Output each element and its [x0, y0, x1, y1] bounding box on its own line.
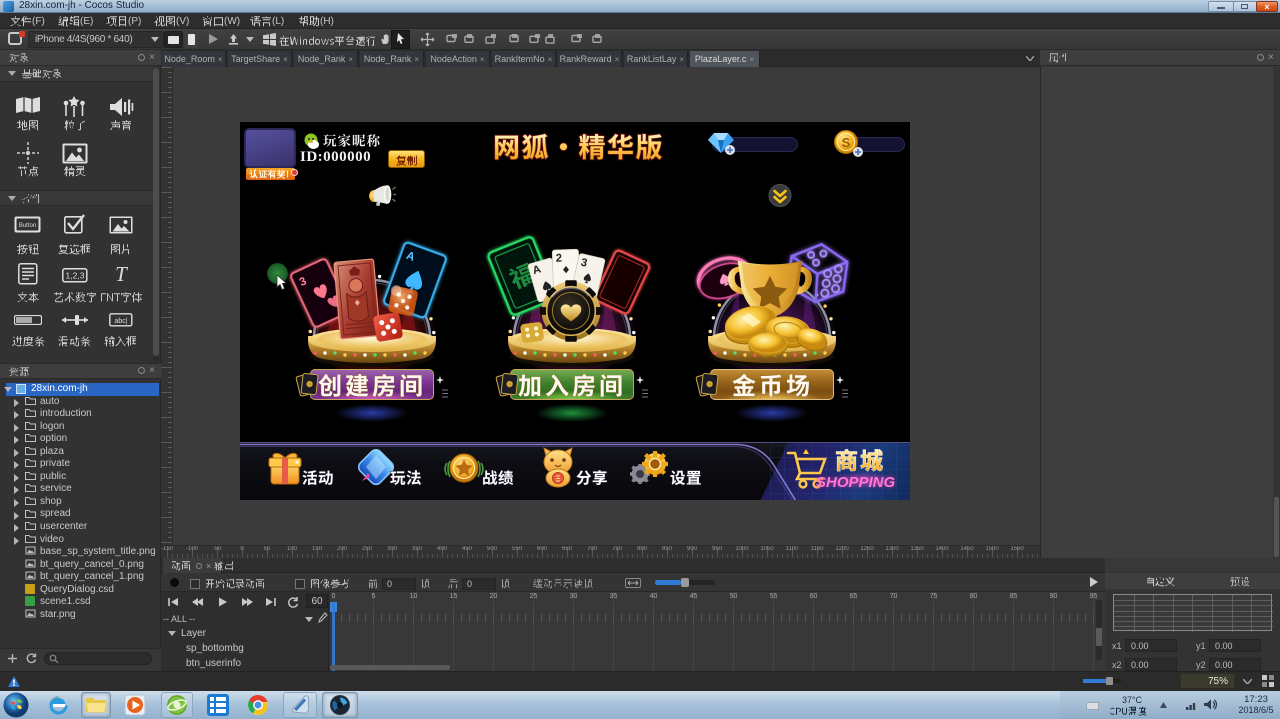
- svg-text:2: 2: [555, 253, 562, 265]
- svg-text:S: S: [842, 135, 851, 150]
- svg-text:Button: Button: [19, 223, 36, 229]
- svg-text:abc|: abc|: [114, 318, 127, 325]
- svg-text:1,2,3: 1,2,3: [66, 271, 85, 281]
- svg-text:T: T: [115, 263, 128, 286]
